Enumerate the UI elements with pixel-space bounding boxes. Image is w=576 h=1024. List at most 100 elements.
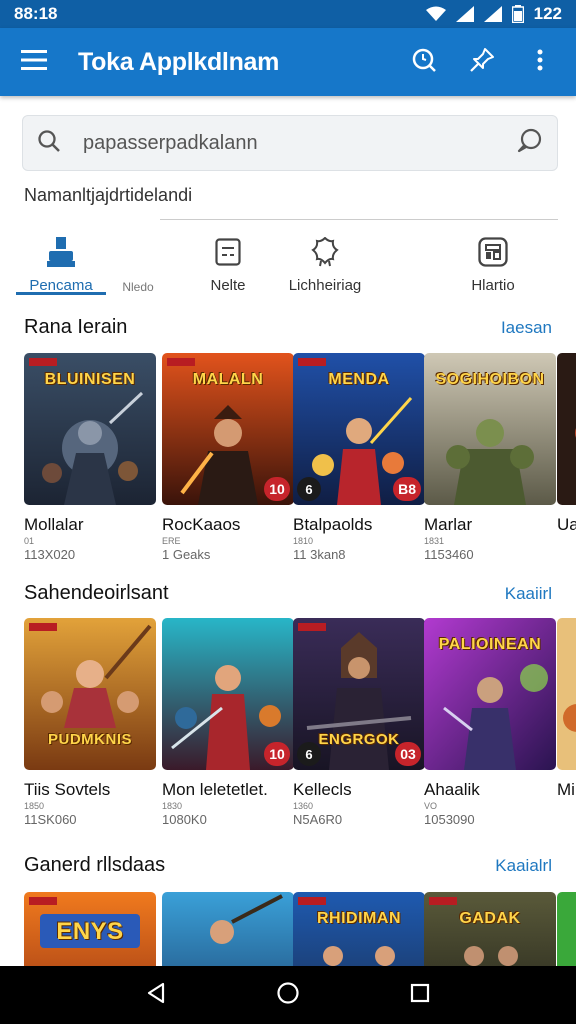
cover-title: PUDMKNIS [47, 731, 132, 748]
cover-tag [298, 623, 326, 631]
cover-title: MALALN [192, 371, 264, 388]
game-card[interactable] [557, 892, 576, 966]
game-row: ENYS RHIDIMAN GADAK [24, 892, 576, 966]
game-meta: VO [424, 801, 438, 811]
app-bar: Toka Applkdlnam [0, 28, 576, 96]
back-icon [146, 982, 166, 1009]
see-all-link[interactable]: Kaaialrl [495, 856, 552, 876]
section-title: Ganerd rllsdaas [24, 854, 166, 876]
badge-icon [311, 233, 339, 271]
rating-badge: 10 [264, 477, 290, 501]
game-count: 11SK060 [24, 812, 77, 827]
game-card[interactable] [162, 892, 294, 966]
game-count: 1053090 [424, 812, 475, 827]
home-button[interactable] [266, 973, 310, 1017]
system-nav-bar [0, 966, 576, 1024]
calendar-icon [215, 233, 241, 271]
game-cover: GADAK [424, 892, 556, 966]
rating-badge: B8 [393, 477, 421, 501]
game-card[interactable]: ENYS [24, 892, 156, 966]
menu-button[interactable] [16, 44, 52, 80]
signal-icon-2 [483, 6, 502, 22]
search-input[interactable]: papasserpadkalann [22, 115, 558, 171]
game-card[interactable]: MALALN 10 RocKaaos ERE 1 Geaks [162, 353, 294, 562]
game-row: PUDMKNIS Tiis Sovtels 1850 11SK060 10 Mo… [24, 618, 576, 848]
back-button[interactable] [134, 973, 178, 1017]
game-card[interactable]: GADAK [424, 892, 556, 966]
category-tabs: Pencama Nledo Nelte Lichheiriag Hlartio [0, 228, 576, 300]
rating-badge: 10 [264, 742, 290, 766]
game-card[interactable]: Ua [557, 353, 576, 535]
recents-button[interactable] [398, 973, 442, 1017]
status-icons: 122 [425, 4, 562, 24]
cover-tag [29, 358, 57, 366]
game-meta: 1830 [162, 801, 183, 811]
game-name: Kellecls [293, 780, 352, 799]
game-cover: SOGIHOIBON [424, 353, 556, 505]
age-badge: 6 [297, 742, 321, 766]
game-row: BLUINISEN Mollalar 01 113X020 MALALN 10 … [24, 353, 576, 583]
game-card[interactable]: BLUINISEN Mollalar 01 113X020 [24, 353, 156, 562]
home-circle-icon [276, 981, 300, 1010]
status-bar: 88:18 122 [0, 0, 576, 28]
tab-label: Nledo [122, 280, 154, 294]
tab-nledo[interactable]: Nledo [110, 228, 166, 300]
game-card[interactable]: RHIDIMAN [293, 892, 425, 966]
tab-pencama[interactable]: Pencama [16, 228, 106, 300]
game-count: 1080K0 [162, 812, 207, 827]
wifi-icon [425, 6, 446, 22]
more-vert-icon [537, 49, 543, 76]
active-tab-indicator [16, 292, 106, 295]
game-cover: ENGRGOK 03 6 [293, 618, 425, 770]
game-card[interactable]: 10 Mon leletetlet. 1830 1080K0 [162, 618, 294, 827]
game-cover [557, 353, 576, 505]
search-button[interactable] [404, 42, 444, 82]
search-placeholder: papasserpadkalann [83, 131, 258, 154]
cover-title: PALIOINEAN [438, 636, 542, 653]
game-meta: 1360 [293, 801, 314, 811]
game-name: Tiis Sovtels [24, 780, 111, 799]
see-all-link[interactable]: Kaaiirl [505, 584, 552, 604]
game-card[interactable]: Mi [557, 618, 576, 800]
more-button[interactable] [520, 42, 560, 82]
tab-lichheiriag[interactable]: Lichheiriag [280, 228, 370, 300]
tab-label: Lichheiriag [288, 277, 362, 294]
pin-button[interactable] [462, 42, 502, 82]
app-title: Toka Applkdlnam [78, 47, 280, 76]
tab-hlartio[interactable]: Hlartio [456, 228, 530, 300]
game-cover: MENDA B8 6 [293, 353, 425, 505]
battery-icon [511, 5, 524, 23]
game-card[interactable]: MENDA B8 6 Btalpaolds 1810 11 3kan8 [293, 353, 425, 562]
cover-tag [29, 623, 57, 631]
game-count: 113X020 [24, 547, 76, 562]
section-header: Rana Ierain Iaesan [24, 316, 552, 339]
search-field-icon [37, 129, 61, 158]
cover-title: MENDA [328, 371, 390, 388]
game-cover: PALIOINEAN [424, 618, 556, 770]
game-name: Marlar [424, 515, 473, 534]
chat-search-icon[interactable] [517, 128, 543, 159]
game-card[interactable]: PUDMKNIS Tiis Sovtels 1850 11SK060 [24, 618, 156, 827]
cover-tag [429, 897, 457, 905]
game-card[interactable]: PALIOINEAN Ahaalik VO 1053090 [424, 618, 556, 827]
section-title: Rana Ierain [24, 316, 128, 338]
game-card[interactable]: ENGRGOK 03 6 Kellecls 1360 N5A6R0 [293, 618, 425, 827]
cover-title: SOGIHOIBON [435, 371, 545, 388]
game-name: Mi [557, 780, 575, 799]
game-card[interactable]: SOGIHOIBON Marlar 1831 1153460 [424, 353, 556, 562]
tab-nelte[interactable]: Nelte [196, 228, 260, 300]
game-count: 1 Geaks [162, 547, 211, 562]
game-cover [557, 892, 576, 966]
section-header: Ganerd rllsdaas Kaaialrl [24, 854, 552, 877]
cover-title: BLUINISEN [44, 371, 136, 388]
game-cover: MALALN 10 [162, 353, 294, 505]
rating-badge: 03 [395, 742, 421, 766]
game-name: Ahaalik [424, 780, 480, 799]
game-cover [162, 892, 294, 966]
age-badge: 6 [297, 477, 321, 501]
game-name: Ua [557, 515, 576, 534]
divider [160, 219, 558, 220]
cover-tag [298, 358, 326, 366]
section-subtitle: Namanltjajdrtidelandi [24, 185, 193, 205]
see-all-link[interactable]: Iaesan [501, 318, 552, 338]
